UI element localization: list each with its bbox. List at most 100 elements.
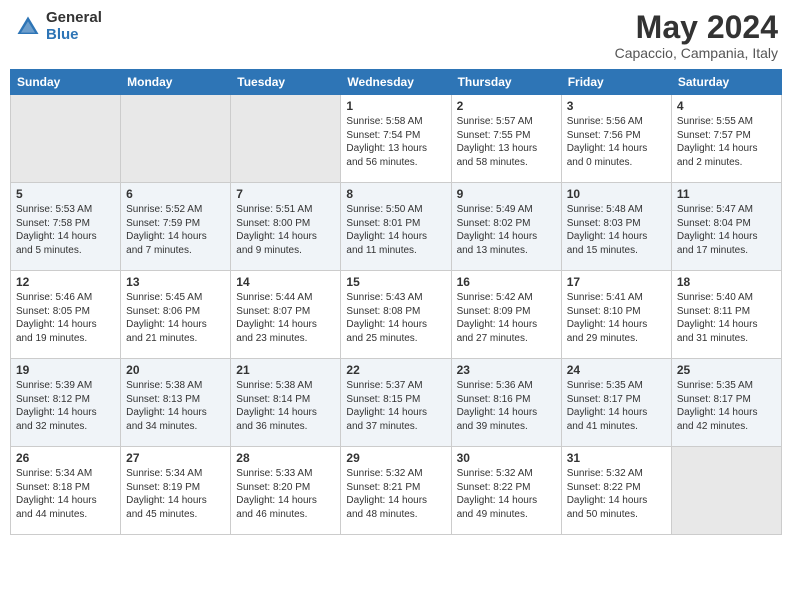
cell-content: Sunrise: 5:38 AMSunset: 8:14 PMDaylight:… bbox=[236, 379, 335, 433]
logo-general: General bbox=[46, 10, 102, 27]
calendar-cell: 5 Sunrise: 5:53 AMSunset: 7:58 PMDaylight… bbox=[11, 183, 121, 271]
cell-content: Sunrise: 5:32 AMSunset: 8:21 PMDaylight:… bbox=[346, 467, 445, 521]
calendar-cell bbox=[11, 95, 121, 183]
day-number: 23 bbox=[457, 363, 556, 377]
day-number: 13 bbox=[126, 275, 225, 289]
calendar-cell: 6Sunrise: 5:52 AMSunset: 7:59 PMDaylight… bbox=[121, 183, 231, 271]
weekday-header: Sunday bbox=[11, 70, 121, 95]
cell-content: Sunrise: 5:32 AMSunset: 8:22 PMDaylight:… bbox=[457, 467, 556, 521]
cell-content: Sunrise: 5:56 AMSunset: 7:56 PMDaylight:… bbox=[567, 115, 666, 169]
weekday-header: Wednesday bbox=[341, 70, 451, 95]
logo-blue-text: Blue bbox=[46, 27, 102, 44]
day-number: 19 bbox=[16, 363, 115, 377]
day-number: 1 bbox=[346, 99, 445, 113]
day-number: 5 bbox=[16, 187, 115, 201]
cell-content: Sunrise: 5:35 AMSunset: 8:17 PMDaylight:… bbox=[677, 379, 776, 433]
calendar-cell: 28 Sunrise: 5:33 AMSunset: 8:20 PMDayligh… bbox=[231, 447, 341, 535]
day-number: 3 bbox=[567, 99, 666, 113]
cell-content: Sunrise: 5:51 AMSunset: 8:00 PMDaylight:… bbox=[236, 203, 335, 257]
day-number: 30 bbox=[457, 451, 556, 465]
month-title: May 2024 bbox=[615, 10, 778, 45]
weekday-header: Monday bbox=[121, 70, 231, 95]
calendar-cell: 3 Sunrise: 5:56 AMSunset: 7:56 PMDaylight… bbox=[561, 95, 671, 183]
day-number: 16 bbox=[457, 275, 556, 289]
calendar-week-row: 19Sunrise: 5:39 AMSunset: 8:12 PMDayligh… bbox=[11, 359, 782, 447]
calendar-body: 1 Sunrise: 5:58 AMSunset: 7:54 PMDaylight… bbox=[11, 95, 782, 535]
day-number: 22 bbox=[346, 363, 445, 377]
calendar-week-row: 1 Sunrise: 5:58 AMSunset: 7:54 PMDaylight… bbox=[11, 95, 782, 183]
weekday-header: Saturday bbox=[671, 70, 781, 95]
cell-content: Sunrise: 5:37 AMSunset: 8:15 PMDaylight:… bbox=[346, 379, 445, 433]
calendar-header: SundayMondayTuesdayWednesdayThursdayFrid… bbox=[11, 70, 782, 95]
logo-icon bbox=[14, 13, 42, 41]
cell-content: Sunrise: 5:52 AMSunset: 7:59 PMDaylight:… bbox=[126, 203, 225, 257]
calendar-table: SundayMondayTuesdayWednesdayThursdayFrid… bbox=[10, 69, 782, 535]
day-number: 10 bbox=[567, 187, 666, 201]
cell-content: Sunrise: 5:42 AMSunset: 8:09 PMDaylight:… bbox=[457, 291, 556, 345]
day-number: 26 bbox=[16, 451, 115, 465]
cell-content: Sunrise: 5:34 AMSunset: 8:19 PMDaylight:… bbox=[126, 467, 225, 521]
cell-content: Sunrise: 5:49 AMSunset: 8:02 PMDaylight:… bbox=[457, 203, 556, 257]
calendar-cell: 21 Sunrise: 5:38 AMSunset: 8:14 PMDayligh… bbox=[231, 359, 341, 447]
calendar-cell: 19Sunrise: 5:39 AMSunset: 8:12 PMDayligh… bbox=[11, 359, 121, 447]
calendar-cell: 23 Sunrise: 5:36 AMSunset: 8:16 PMDayligh… bbox=[451, 359, 561, 447]
cell-content: Sunrise: 5:34 AMSunset: 8:18 PMDaylight:… bbox=[16, 467, 115, 521]
day-number: 21 bbox=[236, 363, 335, 377]
weekday-header: Tuesday bbox=[231, 70, 341, 95]
day-number: 14 bbox=[236, 275, 335, 289]
day-number: 17 bbox=[567, 275, 666, 289]
weekday-header: Friday bbox=[561, 70, 671, 95]
day-number: 20 bbox=[126, 363, 225, 377]
cell-content: Sunrise: 5:53 AMSunset: 7:58 PMDaylight:… bbox=[16, 203, 115, 257]
day-number: 31 bbox=[567, 451, 666, 465]
calendar-cell: 8Sunrise: 5:50 AMSunset: 8:01 PMDaylight… bbox=[341, 183, 451, 271]
day-number: 12 bbox=[16, 275, 115, 289]
cell-content: Sunrise: 5:40 AMSunset: 8:11 PMDaylight:… bbox=[677, 291, 776, 345]
calendar-cell: 27 Sunrise: 5:34 AMSunset: 8:19 PMDayligh… bbox=[121, 447, 231, 535]
day-number: 18 bbox=[677, 275, 776, 289]
cell-content: Sunrise: 5:35 AMSunset: 8:17 PMDaylight:… bbox=[567, 379, 666, 433]
location-text: Capaccio, Campania, Italy bbox=[615, 45, 778, 61]
calendar-cell: 9Sunrise: 5:49 AMSunset: 8:02 PMDaylight… bbox=[451, 183, 561, 271]
cell-content: Sunrise: 5:41 AMSunset: 8:10 PMDaylight:… bbox=[567, 291, 666, 345]
weekday-header: Thursday bbox=[451, 70, 561, 95]
calendar-cell: 14 Sunrise: 5:44 AMSunset: 8:07 PMDayligh… bbox=[231, 271, 341, 359]
day-number: 25 bbox=[677, 363, 776, 377]
day-number: 4 bbox=[677, 99, 776, 113]
calendar-cell: 10 Sunrise: 5:48 AMSunset: 8:03 PMDayligh… bbox=[561, 183, 671, 271]
calendar-cell: 30 Sunrise: 5:32 AMSunset: 8:22 PMDayligh… bbox=[451, 447, 561, 535]
cell-content: Sunrise: 5:48 AMSunset: 8:03 PMDaylight:… bbox=[567, 203, 666, 257]
calendar-cell: 1 Sunrise: 5:58 AMSunset: 7:54 PMDaylight… bbox=[341, 95, 451, 183]
calendar-week-row: 5 Sunrise: 5:53 AMSunset: 7:58 PMDaylight… bbox=[11, 183, 782, 271]
title-block: May 2024 Capaccio, Campania, Italy bbox=[615, 10, 778, 61]
logo: General Blue bbox=[14, 10, 102, 43]
logo-text: General Blue bbox=[46, 10, 102, 43]
calendar-cell: 16 Sunrise: 5:42 AMSunset: 8:09 PMDayligh… bbox=[451, 271, 561, 359]
cell-content: Sunrise: 5:58 AMSunset: 7:54 PMDaylight:… bbox=[346, 115, 445, 169]
day-number: 15 bbox=[346, 275, 445, 289]
cell-content: Sunrise: 5:50 AMSunset: 8:01 PMDaylight:… bbox=[346, 203, 445, 257]
calendar-cell: 11Sunrise: 5:47 AMSunset: 8:04 PMDayligh… bbox=[671, 183, 781, 271]
calendar-cell: 31 Sunrise: 5:32 AMSunset: 8:22 PMDayligh… bbox=[561, 447, 671, 535]
calendar-cell: 2Sunrise: 5:57 AMSunset: 7:55 PMDaylight… bbox=[451, 95, 561, 183]
day-number: 29 bbox=[346, 451, 445, 465]
cell-content: Sunrise: 5:38 AMSunset: 8:13 PMDaylight:… bbox=[126, 379, 225, 433]
calendar-cell: 24 Sunrise: 5:35 AMSunset: 8:17 PMDayligh… bbox=[561, 359, 671, 447]
cell-content: Sunrise: 5:36 AMSunset: 8:16 PMDaylight:… bbox=[457, 379, 556, 433]
cell-content: Sunrise: 5:55 AMSunset: 7:57 PMDaylight:… bbox=[677, 115, 776, 169]
calendar-cell bbox=[671, 447, 781, 535]
cell-content: Sunrise: 5:43 AMSunset: 8:08 PMDaylight:… bbox=[346, 291, 445, 345]
day-number: 28 bbox=[236, 451, 335, 465]
cell-content: Sunrise: 5:32 AMSunset: 8:22 PMDaylight:… bbox=[567, 467, 666, 521]
calendar-cell: 7Sunrise: 5:51 AMSunset: 8:00 PMDaylight… bbox=[231, 183, 341, 271]
day-number: 24 bbox=[567, 363, 666, 377]
cell-content: Sunrise: 5:44 AMSunset: 8:07 PMDaylight:… bbox=[236, 291, 335, 345]
calendar-cell: 18 Sunrise: 5:40 AMSunset: 8:11 PMDayligh… bbox=[671, 271, 781, 359]
day-number: 27 bbox=[126, 451, 225, 465]
cell-content: Sunrise: 5:57 AMSunset: 7:55 PMDaylight:… bbox=[457, 115, 556, 169]
cell-content: Sunrise: 5:45 AMSunset: 8:06 PMDaylight:… bbox=[126, 291, 225, 345]
calendar-cell: 22 Sunrise: 5:37 AMSunset: 8:15 PMDayligh… bbox=[341, 359, 451, 447]
calendar-cell: 17 Sunrise: 5:41 AMSunset: 8:10 PMDayligh… bbox=[561, 271, 671, 359]
cell-content: Sunrise: 5:33 AMSunset: 8:20 PMDaylight:… bbox=[236, 467, 335, 521]
day-number: 11 bbox=[677, 187, 776, 201]
